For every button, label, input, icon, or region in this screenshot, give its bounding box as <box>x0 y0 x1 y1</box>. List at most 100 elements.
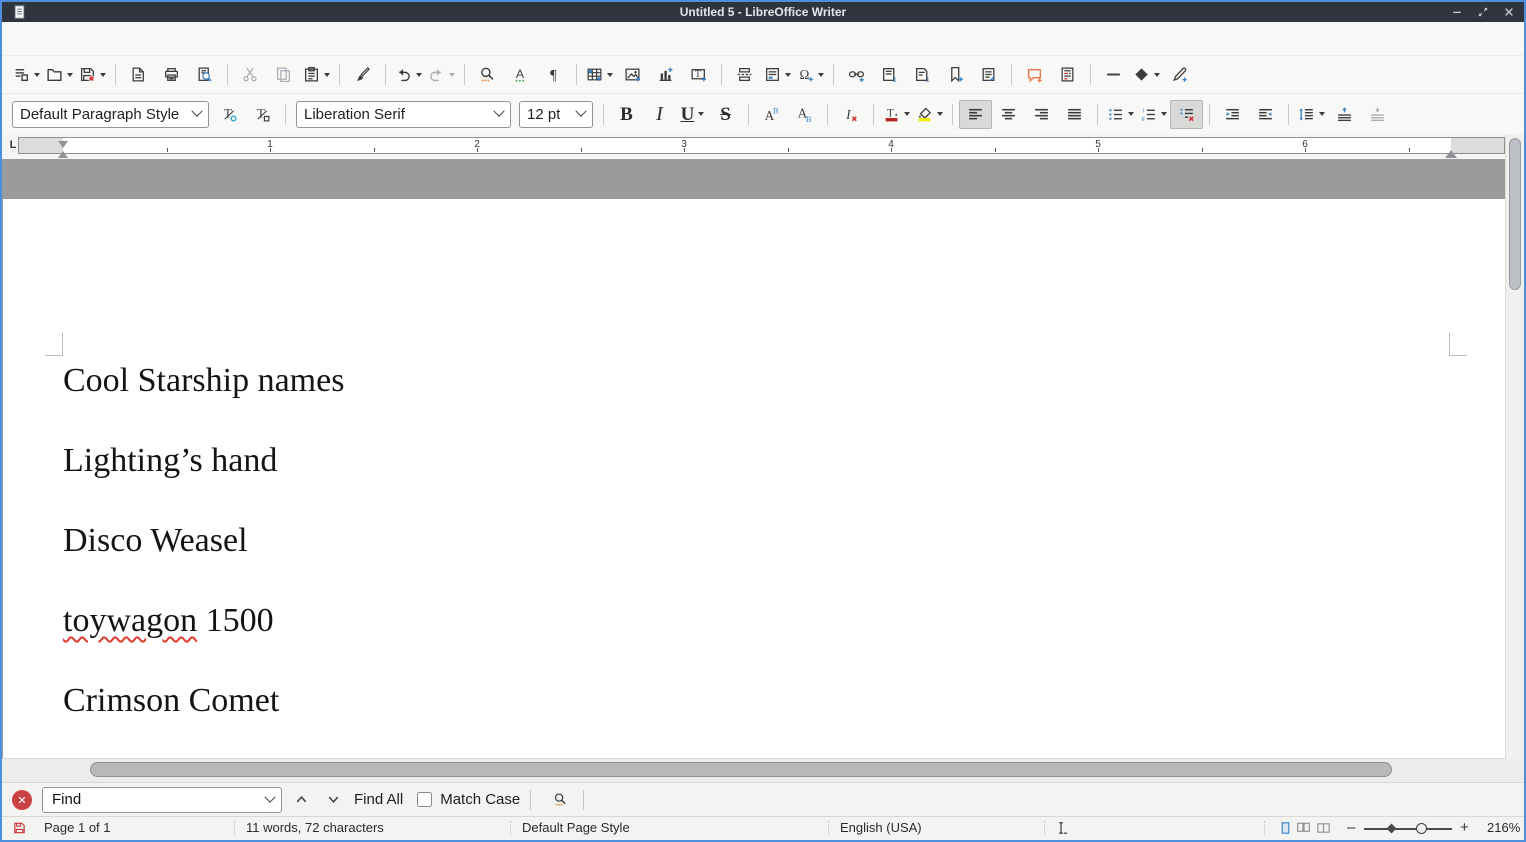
minimize-button[interactable] <box>1448 3 1466 21</box>
zoom-out-button[interactable]: – <box>1347 817 1355 839</box>
paste-button[interactable] <box>300 60 333 89</box>
single-page-view-button[interactable] <box>1278 817 1293 839</box>
align-center-button[interactable] <box>992 100 1025 129</box>
dropdown-arrow[interactable] <box>34 73 40 77</box>
italic-button[interactable]: I <box>643 100 676 129</box>
find-next-button[interactable] <box>320 787 346 813</box>
cut-button[interactable] <box>234 60 267 89</box>
insert-image-button[interactable] <box>616 60 649 89</box>
bullet-list-button[interactable] <box>1104 100 1137 129</box>
left-indent-marker[interactable] <box>58 151 68 158</box>
misspelled-word[interactable]: toywagon <box>63 602 197 639</box>
horizontal-scrollbar-thumb[interactable] <box>90 762 1392 777</box>
first-line-indent-marker[interactable] <box>58 141 68 148</box>
dropdown-arrow[interactable] <box>449 73 455 77</box>
font-size-select[interactable]: 12 pt <box>519 101 593 128</box>
strikethrough-button[interactable]: S <box>709 100 742 129</box>
vertical-scrollbar-thumb[interactable] <box>1509 138 1521 290</box>
dropdown-arrow[interactable] <box>904 112 910 116</box>
insert-field-button[interactable] <box>761 60 794 89</box>
new-style-button[interactable] <box>246 100 279 129</box>
dropdown-arrow[interactable] <box>818 73 824 77</box>
chevron-down-icon[interactable] <box>191 106 202 117</box>
insert-cross-reference-button[interactable] <box>972 60 1005 89</box>
update-style-button[interactable] <box>213 100 246 129</box>
dropdown-arrow[interactable] <box>416 73 422 77</box>
chevron-down-icon[interactable] <box>575 106 586 117</box>
save-button[interactable] <box>76 60 109 89</box>
underline-button[interactable]: U <box>676 100 709 129</box>
chevron-down-icon[interactable] <box>264 791 275 802</box>
print-button[interactable] <box>155 60 188 89</box>
find-combobox[interactable] <box>42 787 282 813</box>
find-replace-button[interactable] <box>471 60 504 89</box>
vertical-scrollbar[interactable] <box>1505 134 1524 759</box>
bold-button[interactable]: B <box>610 100 643 129</box>
dropdown-arrow[interactable] <box>698 112 704 116</box>
decrease-indent-button[interactable] <box>1249 100 1282 129</box>
find-all-button[interactable]: Find All <box>354 791 403 808</box>
document-page[interactable]: Cool Starship namesLighting’s handDisco … <box>3 199 1505 758</box>
ruler-strip[interactable]: 123456 <box>18 137 1505 154</box>
basic-shapes-button[interactable] <box>1130 60 1163 89</box>
zoom-slider-track[interactable] <box>1364 828 1452 830</box>
document-paragraph[interactable]: Crimson Comet <box>63 679 1445 723</box>
new-document-button[interactable] <box>10 60 43 89</box>
match-case-checkbox[interactable] <box>417 792 432 807</box>
close-button[interactable] <box>1500 3 1518 21</box>
close-find-bar-button[interactable] <box>12 790 32 810</box>
copy-button[interactable] <box>267 60 300 89</box>
right-indent-marker[interactable] <box>1445 150 1457 158</box>
word-count[interactable]: 11 words, 72 characters <box>246 817 384 839</box>
formatting-marks-button[interactable] <box>537 60 570 89</box>
numbered-list-button[interactable] <box>1137 100 1170 129</box>
subscript-button[interactable] <box>788 100 821 129</box>
document-paragraph[interactable]: Lighting’s hand <box>63 439 1445 483</box>
find-and-replace-button[interactable] <box>547 787 573 813</box>
document-text[interactable]: Cool Starship namesLighting’s handDisco … <box>3 199 1505 723</box>
no-list-button[interactable] <box>1170 100 1203 129</box>
special-character-button[interactable] <box>794 60 827 89</box>
decrease-paragraph-spacing-button[interactable] <box>1361 100 1394 129</box>
horizontal-scrollbar[interactable] <box>2 758 1524 782</box>
insert-hyperlink-button[interactable] <box>840 60 873 89</box>
print-preview-button[interactable] <box>188 60 221 89</box>
find-input[interactable] <box>50 790 266 809</box>
dropdown-arrow[interactable] <box>785 73 791 77</box>
dropdown-arrow[interactable] <box>324 73 330 77</box>
superscript-button[interactable] <box>755 100 788 129</box>
document-paragraph[interactable]: toywagon 1500 <box>63 599 1445 643</box>
dropdown-arrow[interactable] <box>1319 112 1325 116</box>
align-left-button[interactable] <box>959 100 992 129</box>
text-language[interactable]: English (USA) <box>840 817 922 839</box>
find-previous-button[interactable] <box>288 787 314 813</box>
multi-page-view-button[interactable] <box>1296 817 1311 839</box>
increase-paragraph-spacing-button[interactable] <box>1328 100 1361 129</box>
document-canvas[interactable]: Cool Starship namesLighting’s handDisco … <box>2 159 1505 758</box>
align-right-button[interactable] <box>1025 100 1058 129</box>
dropdown-arrow[interactable] <box>67 73 73 77</box>
dropdown-arrow[interactable] <box>1128 112 1134 116</box>
clone-formatting-button[interactable] <box>346 60 379 89</box>
open-button[interactable] <box>43 60 76 89</box>
insert-footnote-button[interactable] <box>873 60 906 89</box>
font-name-select[interactable]: Liberation Serif <box>296 101 511 128</box>
track-changes-button[interactable] <box>1051 60 1084 89</box>
dropdown-arrow[interactable] <box>100 73 106 77</box>
insert-page-break-button[interactable] <box>728 60 761 89</box>
match-case-label[interactable]: Match Case <box>440 791 520 808</box>
highlight-color-button[interactable] <box>913 100 946 129</box>
insert-mode-icon[interactable] <box>1054 817 1069 839</box>
insert-bookmark-button[interactable] <box>939 60 972 89</box>
insert-textbox-button[interactable] <box>682 60 715 89</box>
zoom-slider-thumb[interactable] <box>1416 823 1427 834</box>
show-draw-functions-button[interactable] <box>1163 60 1196 89</box>
chevron-down-icon[interactable] <box>493 106 504 117</box>
document-paragraph[interactable]: Disco Weasel <box>63 519 1445 563</box>
redo-button[interactable] <box>425 60 458 89</box>
book-view-button[interactable] <box>1316 817 1331 839</box>
line-spacing-button[interactable] <box>1295 100 1328 129</box>
insert-chart-button[interactable] <box>649 60 682 89</box>
justify-button[interactable] <box>1058 100 1091 129</box>
document-modified-icon[interactable] <box>12 817 27 839</box>
